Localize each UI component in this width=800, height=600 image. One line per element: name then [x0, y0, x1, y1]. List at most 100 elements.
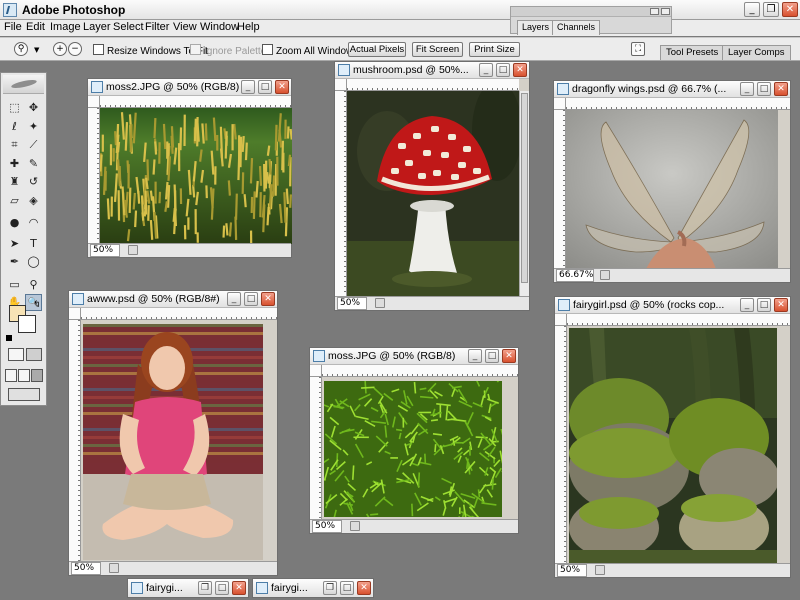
document-title-bar[interactable]: fairygirl.psd @ 50% (rocks cop... _ □ ✕ — [555, 297, 790, 314]
restore-button[interactable]: ❐ — [198, 581, 212, 595]
document-canvas[interactable] — [100, 108, 292, 244]
document-window-awww[interactable]: awww.psd @ 50% (RGB/8#) _ □ ✕ 50% — [68, 290, 278, 576]
zoom-all-windows-checkbox[interactable]: Zoom All Windows — [262, 44, 358, 57]
maximize-button[interactable]: □ — [496, 63, 510, 77]
close-button[interactable]: ✕ — [513, 63, 527, 77]
close-button[interactable]: ✕ — [357, 581, 371, 595]
actual-pixels-button[interactable]: Actual Pixels — [348, 42, 406, 57]
document-title-bar[interactable]: dragonfly wings.psd @ 66.7% (... _ □ ✕ — [554, 81, 790, 98]
minimize-button[interactable]: _ — [468, 349, 482, 363]
status-menu-icon[interactable] — [595, 565, 605, 575]
status-menu-icon[interactable] — [600, 270, 610, 280]
ruler-origin[interactable] — [69, 308, 81, 320]
maximize-button[interactable]: □ — [244, 292, 258, 306]
palette-minimize-button[interactable] — [650, 8, 659, 15]
dodge-tool-icon[interactable]: ● — [6, 214, 23, 231]
status-menu-icon[interactable] — [128, 245, 138, 255]
document-window-dragonfly-wings[interactable]: dragonfly wings.psd @ 66.7% (... _ □ ✕ 6… — [553, 80, 791, 283]
screen-mode-menu-icon[interactable] — [18, 369, 30, 382]
palette-browser-icon[interactable]: ⛶ — [631, 42, 645, 56]
document-window-moss2[interactable]: moss2.JPG @ 50% (RGB/8) _ □ ✕ 50% — [87, 78, 292, 258]
close-button[interactable]: ✕ — [275, 80, 289, 94]
eyedropper-tool-icon[interactable]: ⚲ — [25, 276, 42, 293]
document-canvas[interactable] — [566, 110, 778, 269]
document-canvas[interactable] — [324, 381, 502, 517]
notes-tool-icon[interactable]: ▭ — [6, 276, 23, 293]
pen-tool-icon[interactable]: ✒ — [6, 253, 23, 270]
minimize-button[interactable]: _ — [740, 82, 754, 96]
print-size-button[interactable]: Print Size — [469, 42, 520, 57]
crop-tool-icon[interactable]: ⌗ — [6, 136, 23, 153]
zoom-level-field[interactable]: 50% — [71, 562, 101, 575]
zoom-out-icon[interactable]: − — [68, 42, 82, 56]
ellipse-tool-icon[interactable]: ◯ — [25, 253, 42, 270]
status-menu-icon[interactable] — [109, 563, 119, 573]
minimized-document-fairygirl-1[interactable]: fairygi... ❐ □ ✕ — [127, 578, 249, 598]
swap-colors-icon[interactable]: ↰ — [33, 300, 41, 310]
eraser-tool-icon[interactable]: ▱ — [6, 192, 23, 209]
zoom-level-field[interactable]: 50% — [90, 244, 120, 257]
path-selection-tool-icon[interactable]: ➤ — [6, 235, 23, 252]
menu-filter[interactable]: Filter — [145, 21, 169, 33]
magic-wand-tool-icon[interactable]: ✦ — [25, 118, 42, 135]
tab-tool-presets[interactable]: Tool Presets — [660, 45, 725, 60]
marquee-tool-icon[interactable]: ⬚ — [6, 99, 23, 116]
zoom-tool-preset-icon[interactable]: ⚲ — [14, 42, 28, 56]
tab-layer-comps[interactable]: Layer Comps — [722, 45, 791, 60]
tab-layers[interactable]: Layers — [517, 20, 555, 35]
close-button[interactable]: ✕ — [774, 298, 788, 312]
ruler-origin[interactable] — [88, 96, 100, 108]
screen-mode-full-icon[interactable] — [31, 369, 43, 382]
maximize-button[interactable]: □ — [258, 80, 272, 94]
maximize-button[interactable]: □ — [485, 349, 499, 363]
palette-close-button[interactable] — [661, 8, 670, 15]
document-title-bar[interactable]: mushroom.psd @ 50%... _ □ ✕ — [335, 62, 529, 79]
document-window-mushroom[interactable]: mushroom.psd @ 50%... _ □ ✕ 50% — [334, 61, 530, 311]
close-button[interactable]: ✕ — [774, 82, 788, 96]
document-canvas[interactable] — [347, 91, 519, 297]
close-button[interactable]: ✕ — [502, 349, 516, 363]
maximize-button[interactable]: □ — [340, 581, 354, 595]
status-menu-icon[interactable] — [375, 298, 385, 308]
slice-tool-icon[interactable]: ⟋ — [25, 136, 42, 153]
document-title-bar[interactable]: moss.JPG @ 50% (RGB/8) _ □ ✕ — [310, 348, 518, 365]
brush-tool-icon[interactable]: ✎ — [25, 155, 42, 172]
paint-bucket-tool-icon[interactable]: ◈ — [25, 192, 42, 209]
ruler-origin[interactable] — [310, 365, 322, 377]
zoom-level-field[interactable]: 50% — [312, 520, 342, 533]
chevron-down-icon[interactable]: ▼ — [34, 46, 39, 54]
ruler-origin[interactable] — [554, 98, 566, 110]
vertical-scrollbar[interactable] — [519, 91, 529, 297]
lasso-tool-icon[interactable]: ℓ — [6, 118, 23, 135]
menu-window[interactable]: Window — [200, 21, 239, 33]
ruler-origin[interactable] — [555, 314, 567, 326]
maximize-button[interactable]: □ — [215, 581, 229, 595]
maximize-button[interactable]: □ — [757, 298, 771, 312]
document-title-bar[interactable]: awww.psd @ 50% (RGB/8#) _ □ ✕ — [69, 291, 277, 308]
minimize-button[interactable]: _ — [241, 80, 255, 94]
zoom-level-field[interactable]: 50% — [557, 564, 587, 577]
history-brush-tool-icon[interactable]: ↺ — [25, 173, 42, 190]
close-button[interactable]: ✕ — [261, 292, 275, 306]
background-color-swatch[interactable] — [18, 315, 36, 333]
clone-stamp-tool-icon[interactable]: ♜ — [6, 173, 23, 190]
close-button[interactable]: ✕ — [232, 581, 246, 595]
fit-screen-button[interactable]: Fit Screen — [412, 42, 463, 57]
menu-layer[interactable]: Layer — [83, 21, 111, 33]
menu-select[interactable]: Select — [113, 21, 144, 33]
document-title-bar[interactable]: moss2.JPG @ 50% (RGB/8) _ □ ✕ — [88, 79, 291, 96]
screen-mode-standard-icon[interactable] — [5, 369, 17, 382]
status-menu-icon[interactable] — [350, 521, 360, 531]
minimize-button[interactable]: _ — [740, 298, 754, 312]
restore-button[interactable]: ❐ — [323, 581, 337, 595]
app-minimize-button[interactable]: _ — [744, 2, 760, 17]
document-window-fairygirl[interactable]: fairygirl.psd @ 50% (rocks cop... _ □ ✕ … — [554, 296, 791, 578]
ruler-origin[interactable] — [335, 79, 347, 91]
photoshop-feather-icon[interactable] — [3, 75, 44, 94]
minimized-document-fairygirl-2[interactable]: fairygi... ❐ □ ✕ — [252, 578, 374, 598]
zoom-in-icon[interactable]: + — [53, 42, 67, 56]
minimize-button[interactable]: _ — [227, 292, 241, 306]
move-tool-icon[interactable]: ✥ — [25, 99, 42, 116]
menu-image[interactable]: Image — [50, 21, 81, 33]
app-restore-button[interactable]: ❐ — [763, 2, 779, 17]
